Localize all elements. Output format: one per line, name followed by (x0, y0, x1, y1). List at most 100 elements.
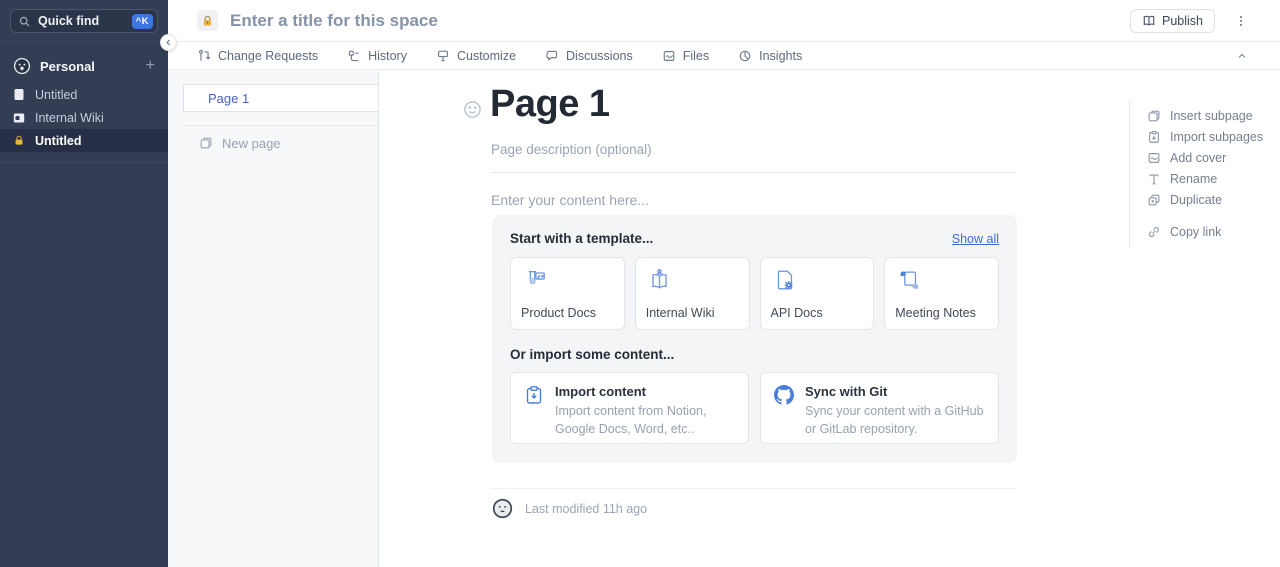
tab-label: Change Requests (218, 49, 318, 63)
page-actions-divider (1129, 100, 1130, 246)
action-label: Rename (1170, 172, 1217, 186)
book-icon (13, 112, 25, 124)
insert-subpage-button[interactable]: Insert subpage (1147, 105, 1263, 126)
workspace-sidebar: Quick find ^K Personal + Untitled Intern… (0, 0, 168, 567)
duplicate-icon (1147, 193, 1161, 207)
page-editor: Page 1 Page description (optional) Enter… (379, 71, 1280, 567)
content-placeholder[interactable]: Enter your content here... (491, 192, 649, 208)
add-space-button[interactable]: + (146, 58, 155, 74)
new-page-label: New page (222, 136, 281, 151)
page-title[interactable]: Page 1 (490, 83, 610, 126)
sidebar-divider (0, 41, 168, 42)
page-icon (13, 88, 25, 101)
tab-history[interactable]: History (347, 49, 407, 63)
import-subpages-button[interactable]: Import subpages (1147, 126, 1263, 147)
space-header: Publish Change Requests History Customiz… (168, 0, 1280, 71)
tab-label: Insights (759, 49, 802, 63)
book-open-icon (1142, 14, 1156, 28)
tab-insights[interactable]: Insights (738, 49, 802, 63)
template-card-label: Internal Wiki (646, 306, 715, 320)
show-all-link[interactable]: Show all (952, 232, 999, 246)
shortcut-badge: ^K (132, 14, 153, 29)
link-icon (1147, 225, 1161, 239)
face-avatar (13, 57, 31, 75)
tab-customize[interactable]: Customize (436, 49, 516, 63)
page-description-placeholder[interactable]: Page description (optional) (491, 142, 652, 157)
sidebar-item-untitled-2-selected[interactable]: Untitled (0, 129, 168, 152)
action-label: Import subpages (1170, 130, 1263, 144)
quick-find-search[interactable]: Quick find ^K (10, 9, 158, 33)
space-list: Untitled Internal Wiki Untitled (0, 83, 168, 152)
github-icon (774, 385, 794, 405)
template-card-label: Product Docs (521, 306, 596, 320)
customize-icon (436, 49, 450, 63)
tab-label: Files (683, 49, 709, 63)
tab-discussions[interactable]: Discussions (545, 49, 633, 63)
tab-files[interactable]: Files (662, 49, 709, 63)
template-card-meeting-notes[interactable]: Meeting Notes (884, 257, 999, 330)
clipboard-import-icon (524, 385, 544, 405)
chevron-up-icon (1236, 50, 1248, 62)
clipboard-import-icon (1147, 130, 1161, 144)
last-modified-text: Last modified 11h ago (525, 502, 647, 516)
collapse-sidebar-button[interactable] (160, 34, 177, 51)
sidebar-item-label: Internal Wiki (35, 111, 104, 125)
api-docs-icon (771, 267, 798, 293)
space-tab-bar: Change Requests History Customize Discus… (168, 42, 1280, 70)
tab-label: History (368, 49, 407, 63)
template-card-label: API Docs (771, 306, 823, 320)
import-card-title: Sync with Git (805, 384, 985, 399)
import-card-description: Sync your content with a GitHub or GitLa… (805, 402, 985, 438)
import-card-description: Import content from Notion, Google Docs,… (555, 402, 735, 438)
action-label: Copy link (1170, 225, 1221, 239)
template-card-product-docs[interactable]: Product Docs (510, 257, 625, 330)
action-label: Add cover (1170, 151, 1226, 165)
meeting-notes-icon (895, 267, 922, 293)
import-card-text: Sync with Git Sync your content with a G… (805, 384, 985, 432)
tab-label: Customize (457, 49, 516, 63)
template-heading: Start with a template... (510, 231, 653, 246)
import-content-card[interactable]: Import content Import content from Notio… (510, 372, 749, 444)
duplicate-button[interactable]: Duplicate (1147, 189, 1263, 210)
collapse-header-button[interactable] (1234, 48, 1250, 64)
space-visibility-lock-icon[interactable] (197, 10, 218, 31)
lock-icon (13, 134, 25, 147)
action-label: Insert subpage (1170, 109, 1253, 123)
action-label: Duplicate (1170, 193, 1222, 207)
header-actions: Publish (1130, 9, 1250, 33)
chevron-left-icon (164, 38, 173, 47)
tab-label: Discussions (566, 49, 633, 63)
files-icon (662, 49, 676, 63)
sync-with-git-card[interactable]: Sync with Git Sync your content with a G… (760, 372, 999, 444)
getting-started-panel: Start with a template... Show all Produc… (492, 215, 1017, 463)
insights-icon (738, 49, 752, 63)
sidebar-item-label: Untitled (35, 134, 82, 148)
tab-change-requests[interactable]: Change Requests (197, 49, 318, 63)
emoji-picker-button[interactable] (463, 99, 483, 119)
more-options-button[interactable] (1232, 11, 1250, 31)
space-title-input[interactable] (230, 11, 650, 31)
sidebar-item-internal-wiki[interactable]: Internal Wiki (0, 106, 168, 129)
page-actions-menu: Insert subpage Import subpages Add cover… (1147, 105, 1263, 242)
text-icon (1147, 172, 1161, 186)
footer-divider (491, 488, 1017, 489)
copy-link-button[interactable]: Copy link (1147, 221, 1263, 242)
page-tree-sidebar: Page 1 New page (168, 71, 379, 567)
template-card-internal-wiki[interactable]: Internal Wiki (635, 257, 750, 330)
add-cover-button[interactable]: Add cover (1147, 147, 1263, 168)
kebab-icon (1234, 13, 1248, 29)
workspace-row[interactable]: Personal + (0, 54, 168, 78)
quick-find-placeholder: Quick find (38, 14, 99, 28)
sidebar-item-untitled-1[interactable]: Untitled (0, 83, 168, 106)
publish-button[interactable]: Publish (1130, 9, 1215, 33)
sidebar-divider (0, 162, 168, 163)
new-page-button[interactable]: New page (168, 129, 378, 157)
page-tree-divider (183, 125, 378, 126)
rename-button[interactable]: Rename (1147, 168, 1263, 189)
smiley-icon (463, 100, 482, 119)
pages-icon (1147, 109, 1161, 123)
page-tree-item-page-1[interactable]: Page 1 (183, 84, 378, 112)
template-card-api-docs[interactable]: API Docs (760, 257, 875, 330)
discussion-icon (545, 49, 559, 63)
page-tree-item-label: Page 1 (208, 91, 249, 106)
